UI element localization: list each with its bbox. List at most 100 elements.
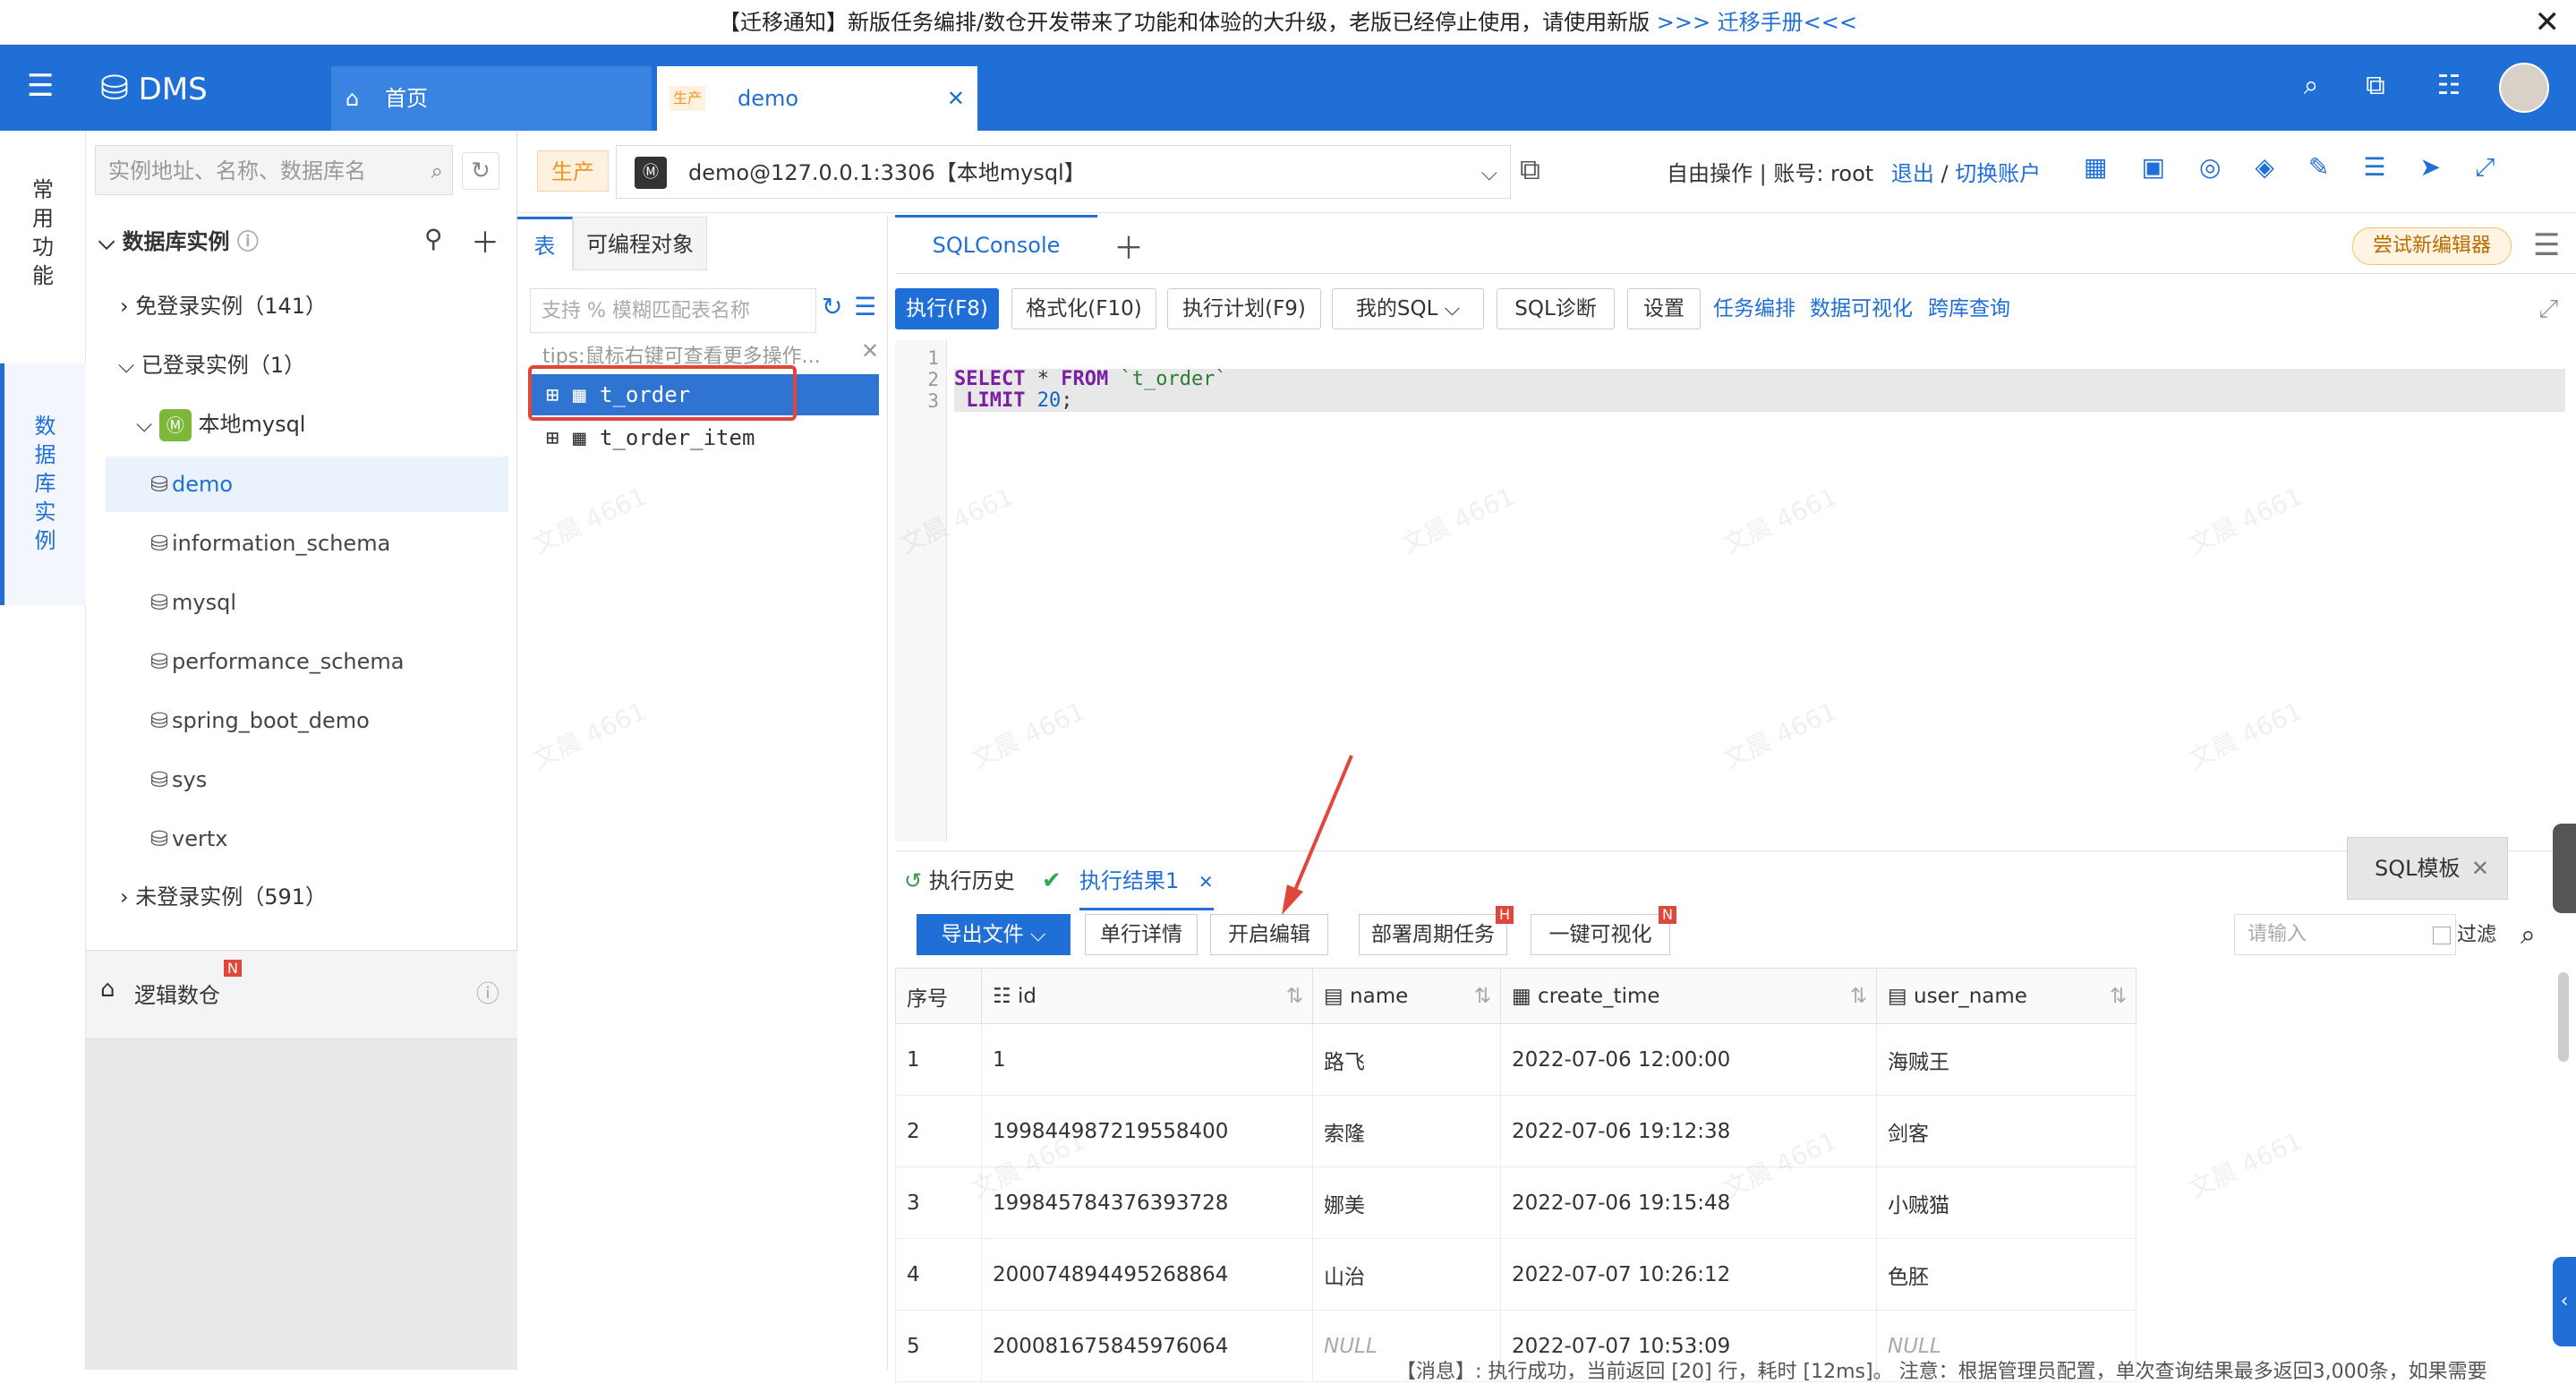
close-icon[interactable]: ✕ [2471, 838, 2489, 899]
run-button[interactable]: 执行(F8) [895, 288, 999, 329]
rail-char: 例 [34, 528, 56, 553]
menu-icon[interactable]: ☰ [27, 68, 63, 104]
table-row[interactable]: 1 1 路飞 2022-07-06 12:00:00 海贼王 [895, 1023, 2137, 1096]
table-row[interactable]: 3 199845784376393728 娜美 2022-07-06 19:15:48… [895, 1166, 2137, 1239]
db-item[interactable]: ⛁ performance_schema [106, 634, 508, 689]
sql-diagnose-button[interactable]: SQL诊断 [1497, 288, 1615, 329]
chart-icon[interactable]: ◎ [2199, 152, 2255, 182]
expand-icon[interactable]: ⊞ [546, 417, 559, 458]
search-icon[interactable]: ⌕ [2293, 68, 2329, 104]
sort-icon[interactable]: ⇅ [1850, 985, 1867, 1008]
sort-icon[interactable]: ⇅ [2110, 985, 2127, 1008]
close-tab-icon[interactable]: ✕ [947, 66, 965, 131]
db-label: performance_schema [172, 649, 405, 674]
side-collapse-button[interactable]: ‹ [2553, 1257, 2576, 1346]
fullscreen-icon[interactable]: ⤢ [2475, 152, 2529, 182]
one-click-viz-button[interactable]: 一键可视化 N [1531, 906, 1676, 955]
my-sql-button[interactable]: 我的SQL ⌵ [1332, 288, 1484, 329]
tab-result-1[interactable]: 执行结果1 ✕ [1079, 851, 1214, 910]
rail-char: 据 [34, 442, 56, 467]
rail-char: 实 [34, 500, 56, 525]
logout-link[interactable]: 退出 [1891, 161, 1934, 186]
cell: 娜美 [1312, 1166, 1501, 1239]
result-search-input[interactable]: 请输入 [2234, 914, 2456, 955]
tab-demo[interactable]: 生产 demo ✕ [657, 66, 977, 131]
copy-icon[interactable]: ⧉ [1520, 152, 1540, 187]
table-item[interactable]: ⊞ ▦ t_order_item [528, 417, 879, 458]
sql-template-panel[interactable]: SQL模板 ✕ [2347, 837, 2508, 900]
menu-icon[interactable]: ☰ [2533, 227, 2560, 263]
data-visualization-link[interactable]: 数据可视化 [1810, 288, 1913, 329]
logic-warehouse-bar[interactable]: ⌂ 逻辑数仓 N ⓘ [86, 950, 517, 1039]
scrollbar[interactable] [2558, 972, 2569, 1062]
new-badge: N [1659, 906, 1676, 924]
side-handle[interactable] [2553, 824, 2576, 913]
help-icon[interactable]: ⓘ [476, 976, 499, 1009]
db-item[interactable]: ⛁ information_schema [106, 516, 508, 571]
column-header-id[interactable]: ☷ id ⇅ [981, 968, 1313, 1024]
column-header-user-name[interactable]: ▤ user_name ⇅ [1876, 968, 2137, 1024]
tab-history[interactable]: ↺ 执行历史 [904, 851, 1015, 910]
format-button[interactable]: 格式化(F10) [1011, 288, 1156, 329]
rail-db-instances[interactable]: 数 据 库 实 例 [0, 363, 86, 605]
column-header-name[interactable]: ▤ name ⇅ [1312, 968, 1501, 1024]
column-label: user_name [1914, 984, 2027, 1008]
task-icon[interactable]: ☷ [2431, 68, 2467, 104]
monitor-icon[interactable]: ▣ [2141, 152, 2198, 182]
close-icon[interactable]: ✕ [2535, 0, 2561, 45]
task-orchestration-link[interactable]: 任务编排 [1713, 288, 1796, 329]
section-header[interactable]: ⌵ 数据库实例 ⓘ [98, 215, 259, 269]
workspace-icon[interactable]: ⧉ [2358, 68, 2393, 104]
tab-home[interactable]: ⌂ 首页 [331, 66, 652, 131]
switch-account-link[interactable]: 切换账户 [1955, 161, 2041, 186]
avatar[interactable] [2499, 63, 2549, 113]
db-item-demo[interactable]: ⛁ demo [106, 457, 508, 512]
close-icon[interactable]: ✕ [861, 338, 879, 363]
tab-tables[interactable]: 表 [517, 217, 573, 270]
group-free-login[interactable]: › 免登录实例（141） [120, 279, 327, 333]
db-item[interactable]: ⛁ spring_boot_demo [106, 693, 508, 748]
db-item[interactable]: ⛁ sys [106, 752, 508, 807]
refresh-icon[interactable]: ↻ [462, 152, 499, 190]
table-filter-input[interactable]: 支持 % 模糊匹配表名称 [530, 288, 816, 333]
app-logo[interactable]: ⛁ DMS [100, 61, 279, 115]
collapse-icon[interactable]: ☰ [854, 292, 876, 321]
send-icon[interactable]: ➤ [2420, 152, 2475, 182]
filter-checkbox[interactable]: 过滤 [2433, 918, 2496, 953]
sort-icon[interactable]: ⇅ [1474, 985, 1491, 1008]
refresh-icon[interactable]: ↻ [822, 292, 842, 321]
edit-icon[interactable]: ✎ [2308, 152, 2363, 182]
export-file-button[interactable]: 导出文件 ⌵ [917, 914, 1070, 955]
column-header-create-time[interactable]: ▦ create_time ⇅ [1500, 968, 1877, 1024]
rail-char: 能 [32, 263, 54, 288]
add-tab-icon[interactable]: ＋ [1113, 224, 1144, 268]
connection-select[interactable]: Ⓜ demo@127.0.0.1:3306【本地mysql】 ⌵ [616, 145, 1511, 199]
table-row[interactable]: 4 200074894495268864 山治 2022-07-07 10:26:12… [895, 1238, 2137, 1311]
tab-programmable[interactable]: 可编程对象 [573, 217, 707, 270]
close-icon[interactable]: ✕ [1198, 871, 1214, 893]
sort-icon[interactable]: ⇅ [1286, 985, 1303, 1008]
group-not-logged[interactable]: › 未登录实例（591） [120, 870, 327, 924]
db-item[interactable]: ⛁ vertx [106, 811, 508, 867]
try-new-editor-button[interactable]: 尝试新编辑器 [2352, 227, 2512, 265]
search-icon[interactable]: ⌕ [2521, 919, 2536, 951]
tab-sqlconsole[interactable]: SQLConsole [895, 215, 1097, 274]
filter-icon[interactable]: ⚲ [424, 224, 443, 253]
row-detail-button[interactable]: 单行详情 [1085, 914, 1198, 955]
plan-button[interactable]: 执行计划(F9) [1167, 288, 1321, 329]
db-item[interactable]: ⛁ mysql [106, 575, 508, 630]
instance-local-mysql[interactable]: ⌵ Ⓜ 本地mysql [136, 397, 305, 451]
settings-button[interactable]: 设置 [1627, 288, 1701, 329]
shield-icon[interactable]: ◈ [2255, 152, 2308, 182]
add-icon[interactable]: ＋ [471, 220, 499, 261]
table-icon[interactable]: ▦ [2084, 152, 2141, 182]
cross-db-query-link[interactable]: 跨库查询 [1928, 288, 2010, 329]
group-logged-in[interactable]: ⌵ 已登录实例（1） [118, 338, 305, 392]
deploy-task-button[interactable]: 部署周期任务 H [1359, 906, 1514, 955]
migration-manual-link[interactable]: >>> 迁移手册<<< [1657, 10, 1857, 35]
instance-search-input[interactable]: 实例地址、名称、数据库名 ⌕ [95, 145, 453, 195]
rail-common-functions[interactable]: 常 用 功 能 [0, 175, 86, 290]
fullscreen-icon[interactable]: ⤢ [2538, 294, 2558, 324]
enable-edit-button[interactable]: 开启编辑 [1210, 914, 1328, 955]
list-icon[interactable]: ☰ [2363, 152, 2419, 182]
